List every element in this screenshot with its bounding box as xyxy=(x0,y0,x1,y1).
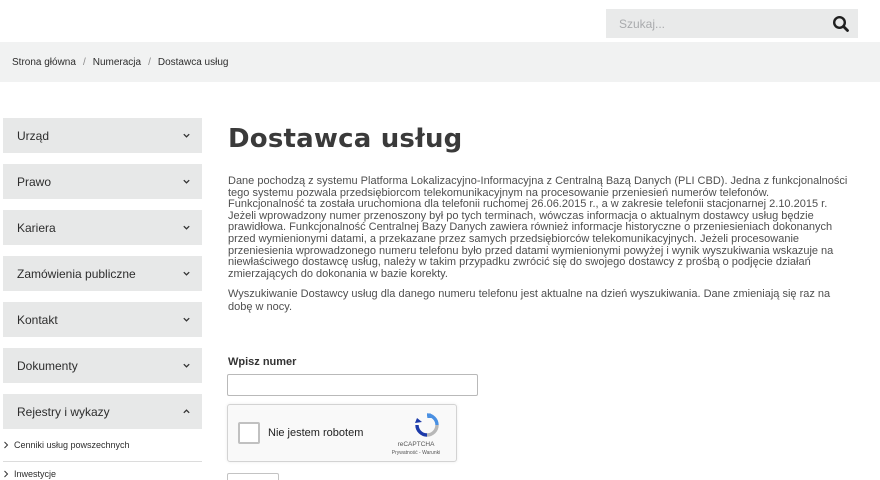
sidebar-menu: Urząd Prawo Kariera Zamówienia publiczne… xyxy=(3,118,202,480)
submenu-item-label: Inwestycje xyxy=(14,469,57,479)
search-box xyxy=(606,9,858,38)
submenu-item-inwestycje[interactable]: Inwestycje xyxy=(3,462,202,480)
chevron-down-icon xyxy=(183,133,190,138)
breadcrumb-home-link[interactable]: Strona główna xyxy=(12,57,76,68)
search-icon xyxy=(832,15,849,32)
sidebar-item-label: Prawo xyxy=(17,175,52,189)
sidebar-item-rejestry-i-wykazy[interactable]: Rejestry i wykazy xyxy=(3,394,202,429)
recaptcha-label: Nie jestem robotem xyxy=(268,427,364,439)
number-field-label: Wpisz numer xyxy=(228,356,297,368)
recaptcha-widget: Nie jestem robotem reCAPTCHA Prywatność … xyxy=(227,404,457,462)
main-content: Dostawca usług Dane pochodzą z systemu P… xyxy=(228,124,848,314)
sidebar-item-label: Urząd xyxy=(17,129,50,143)
recaptcha-brand: reCAPTCHA xyxy=(397,441,435,448)
breadcrumb-numeracja-link[interactable]: Numeracja xyxy=(93,57,141,68)
chevron-down-icon xyxy=(183,317,190,322)
page-title: Dostawca usług xyxy=(228,124,463,154)
recaptcha-logo-icon xyxy=(415,413,439,437)
sidebar-item-prawo[interactable]: Prawo xyxy=(3,164,202,199)
breadcrumb-separator: / xyxy=(148,57,151,68)
chevron-down-icon xyxy=(183,271,190,276)
breadcrumb-separator: / xyxy=(82,57,86,68)
breadcrumb-current: Dostawca usług xyxy=(157,57,229,68)
sidebar-item-label: Kariera xyxy=(17,221,56,235)
chevron-down-icon xyxy=(183,179,190,184)
chevron-right-icon xyxy=(4,441,9,449)
sidebar-item-label: Zamówienia publiczne xyxy=(17,267,136,281)
submenu-item-label: Cenniki usług powszechnych xyxy=(14,440,130,450)
breadcrumb-bar: Strona główna / Numeracja / Dostawca usług xyxy=(0,42,880,82)
sidebar-item-kariera[interactable]: Kariera xyxy=(3,210,202,245)
sidebar-item-kontakt[interactable]: Kontakt xyxy=(3,302,202,337)
submenu-item-cenniki[interactable]: Cenniki usług powszechnych xyxy=(3,433,202,462)
chevron-right-icon xyxy=(4,470,9,478)
chevron-down-icon xyxy=(183,225,190,230)
chevron-down-icon xyxy=(183,363,190,368)
sidebar-item-label: Dokumenty xyxy=(17,359,78,373)
sidebar-item-label: Kontakt xyxy=(17,313,58,327)
recaptcha-checkbox[interactable] xyxy=(238,422,260,444)
submenu-rejestry: Cenniki usług powszechnych Inwestycje xyxy=(3,433,202,480)
top-bar xyxy=(0,0,880,42)
breadcrumb: Strona główna / Numeracja / Dostawca usług xyxy=(12,57,228,68)
recaptcha-links[interactable]: Prywatność - Warunki xyxy=(378,450,454,456)
sidebar-item-zamowienia-publiczne[interactable]: Zamówienia publiczne xyxy=(3,256,202,291)
sidebar-item-urzad[interactable]: Urząd xyxy=(3,118,202,153)
search-button[interactable] xyxy=(830,13,852,35)
sidebar-item-label: Rejestry i wykazy xyxy=(17,405,110,419)
description-paragraph: Dane pochodzą z systemu Platforma Lokali… xyxy=(228,175,848,280)
info-paragraph: Wyszukiwanie Dostawcy usług dla danego n… xyxy=(228,288,831,314)
phone-number-input[interactable] xyxy=(227,374,478,396)
chevron-up-icon xyxy=(183,409,190,414)
submit-button[interactable] xyxy=(227,473,279,480)
sidebar-item-dokumenty[interactable]: Dokumenty xyxy=(3,348,202,383)
search-input[interactable] xyxy=(606,9,826,38)
